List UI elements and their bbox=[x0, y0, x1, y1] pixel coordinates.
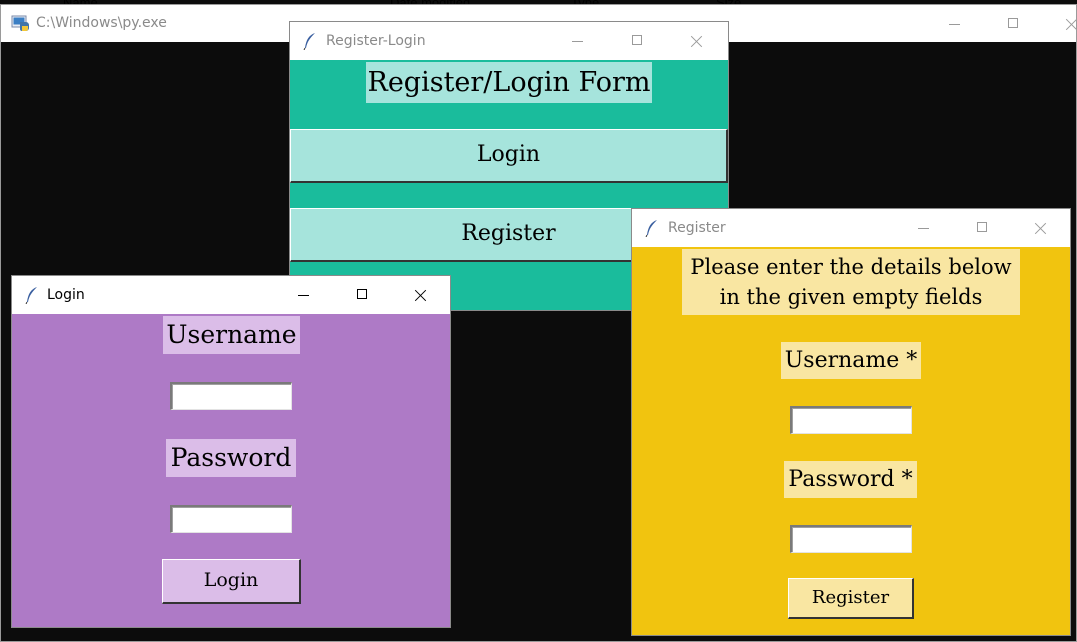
console-title: C:\Windows\py.exe bbox=[36, 15, 167, 31]
login-client: Username Password Login bbox=[12, 314, 450, 627]
login-close-button[interactable] bbox=[397, 276, 443, 314]
login-window: Login Username Password Login bbox=[11, 275, 451, 628]
register-minimize-button[interactable] bbox=[900, 209, 946, 247]
register-login-heading: Register/Login Form bbox=[366, 62, 652, 103]
console-close-button[interactable] bbox=[1048, 5, 1077, 43]
register-login-close-button[interactable] bbox=[673, 22, 719, 60]
open-login-button[interactable]: Login bbox=[290, 129, 728, 183]
login-password-input[interactable] bbox=[170, 505, 292, 533]
feather-icon bbox=[303, 33, 315, 50]
python-icon bbox=[11, 15, 29, 31]
register-instructions-line-2: in the given empty fields bbox=[719, 285, 983, 309]
login-username-input[interactable] bbox=[170, 382, 292, 410]
register-login-minimize-button[interactable] bbox=[554, 22, 600, 60]
login-minimize-button[interactable] bbox=[280, 276, 326, 314]
feather-icon bbox=[25, 287, 37, 304]
register-password-input[interactable] bbox=[790, 525, 912, 553]
register-submit-button[interactable]: Register bbox=[788, 578, 914, 619]
login-maximize-button[interactable] bbox=[339, 276, 385, 314]
feather-icon bbox=[645, 220, 657, 237]
console-maximize-button[interactable] bbox=[990, 5, 1036, 43]
register-instructions: Please enter the details below in the gi… bbox=[682, 249, 1020, 315]
console-minimize-button[interactable] bbox=[931, 5, 977, 43]
register-window: Register Please enter the details below … bbox=[631, 208, 1071, 636]
register-instructions-line-1: Please enter the details below bbox=[690, 255, 1012, 279]
register-username-input[interactable] bbox=[790, 406, 912, 434]
register-login-titlebar[interactable]: Register-Login bbox=[290, 22, 728, 60]
register-username-label: Username * bbox=[781, 342, 921, 379]
login-submit-button[interactable]: Login bbox=[162, 559, 301, 604]
login-password-label: Password bbox=[166, 439, 296, 477]
register-client: Please enter the details below in the gi… bbox=[632, 247, 1070, 635]
register-login-maximize-button[interactable] bbox=[614, 22, 660, 60]
register-close-button[interactable] bbox=[1017, 209, 1063, 247]
login-titlebar[interactable]: Login bbox=[12, 276, 450, 314]
register-titlebar[interactable]: Register bbox=[632, 209, 1070, 247]
register-password-label: Password * bbox=[784, 461, 917, 498]
register-login-title: Register-Login bbox=[326, 33, 426, 49]
login-window-title: Login bbox=[47, 287, 85, 303]
register-maximize-button[interactable] bbox=[959, 209, 1005, 247]
login-username-label: Username bbox=[163, 316, 300, 354]
register-window-title: Register bbox=[668, 220, 726, 236]
